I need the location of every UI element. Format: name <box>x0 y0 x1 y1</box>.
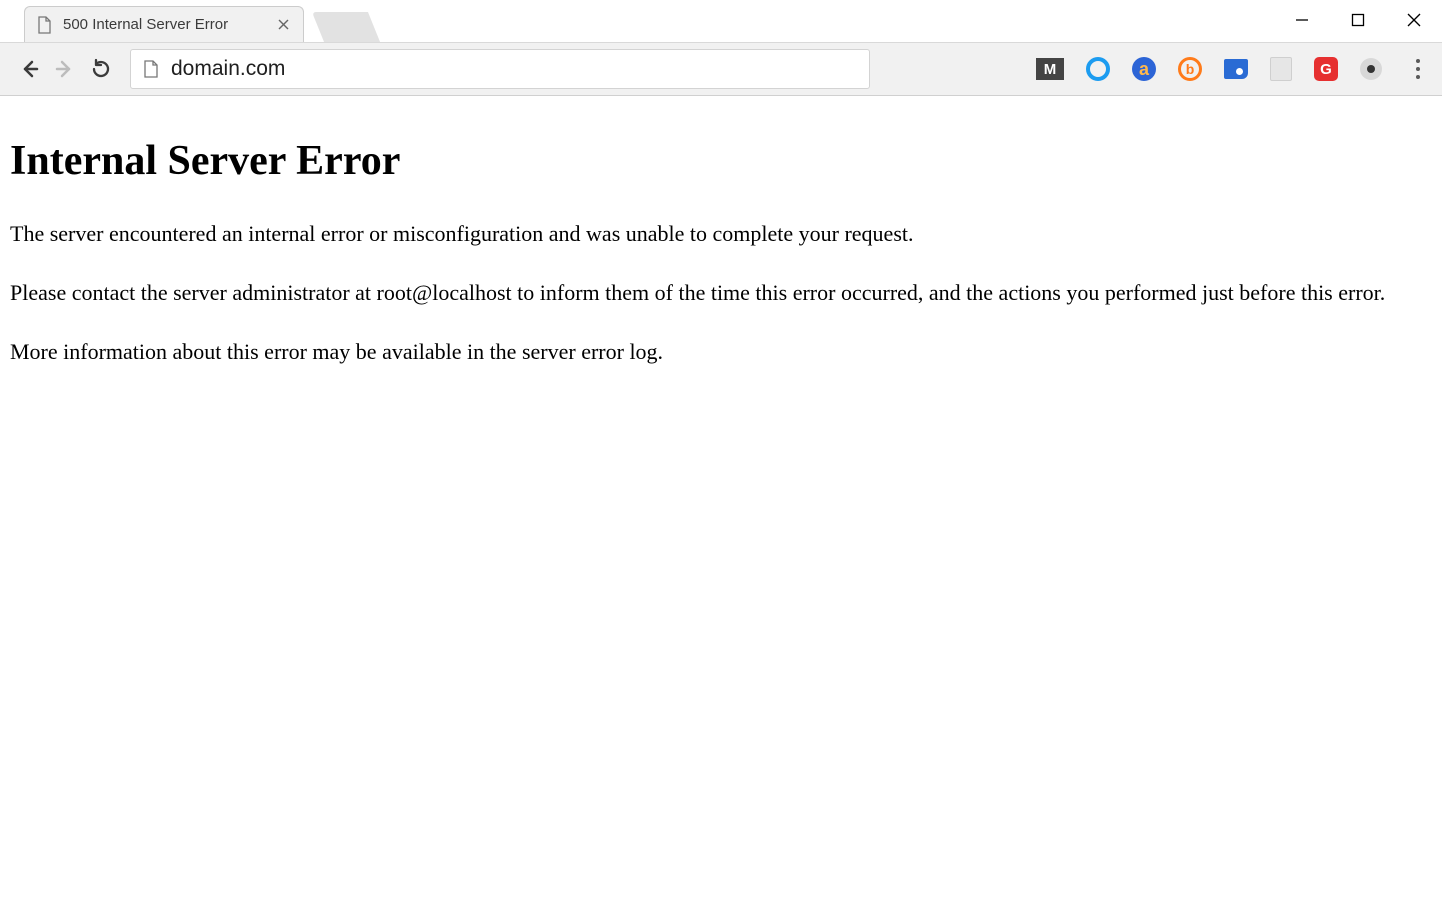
reload-button[interactable] <box>86 54 116 84</box>
error-paragraph-1: The server encountered an internal error… <box>10 219 1410 248</box>
dark-dot-ext-icon[interactable] <box>1360 58 1382 80</box>
at-ext-icon[interactable]: a <box>1132 57 1156 81</box>
orange-ring-ext-icon[interactable]: b <box>1178 57 1202 81</box>
error-paragraph-3: More information about this error may be… <box>10 337 1410 366</box>
browser-menu-button[interactable] <box>1404 55 1432 83</box>
gray-box-ext-icon[interactable] <box>1270 57 1292 81</box>
red-g-ext-icon[interactable]: G <box>1314 57 1338 81</box>
page-content: Internal Server Error The server encount… <box>0 97 1442 918</box>
m-ext-icon[interactable]: M <box>1036 58 1064 80</box>
back-button[interactable] <box>14 54 44 84</box>
extensions-row: M a b G <box>1036 57 1388 81</box>
tab-close-button[interactable] <box>275 17 291 33</box>
site-info-icon[interactable] <box>141 60 159 78</box>
blue-ring-ext-icon[interactable] <box>1086 57 1110 81</box>
new-tab-button[interactable] <box>312 12 380 42</box>
error-paragraph-2: Please contact the server administrator … <box>10 278 1410 307</box>
file-icon <box>35 16 53 34</box>
blue-flag-ext-icon[interactable] <box>1224 59 1248 79</box>
address-bar[interactable]: domain.com <box>130 49 870 89</box>
browser-toolbar: domain.com M a b G <box>0 42 1442 96</box>
browser-tab[interactable]: 500 Internal Server Error <box>24 6 304 42</box>
forward-button[interactable] <box>50 54 80 84</box>
tab-strip: 500 Internal Server Error <box>0 6 1442 42</box>
url-text: domain.com <box>171 57 285 81</box>
tab-title: 500 Internal Server Error <box>63 16 265 33</box>
page-heading: Internal Server Error <box>10 137 1432 185</box>
